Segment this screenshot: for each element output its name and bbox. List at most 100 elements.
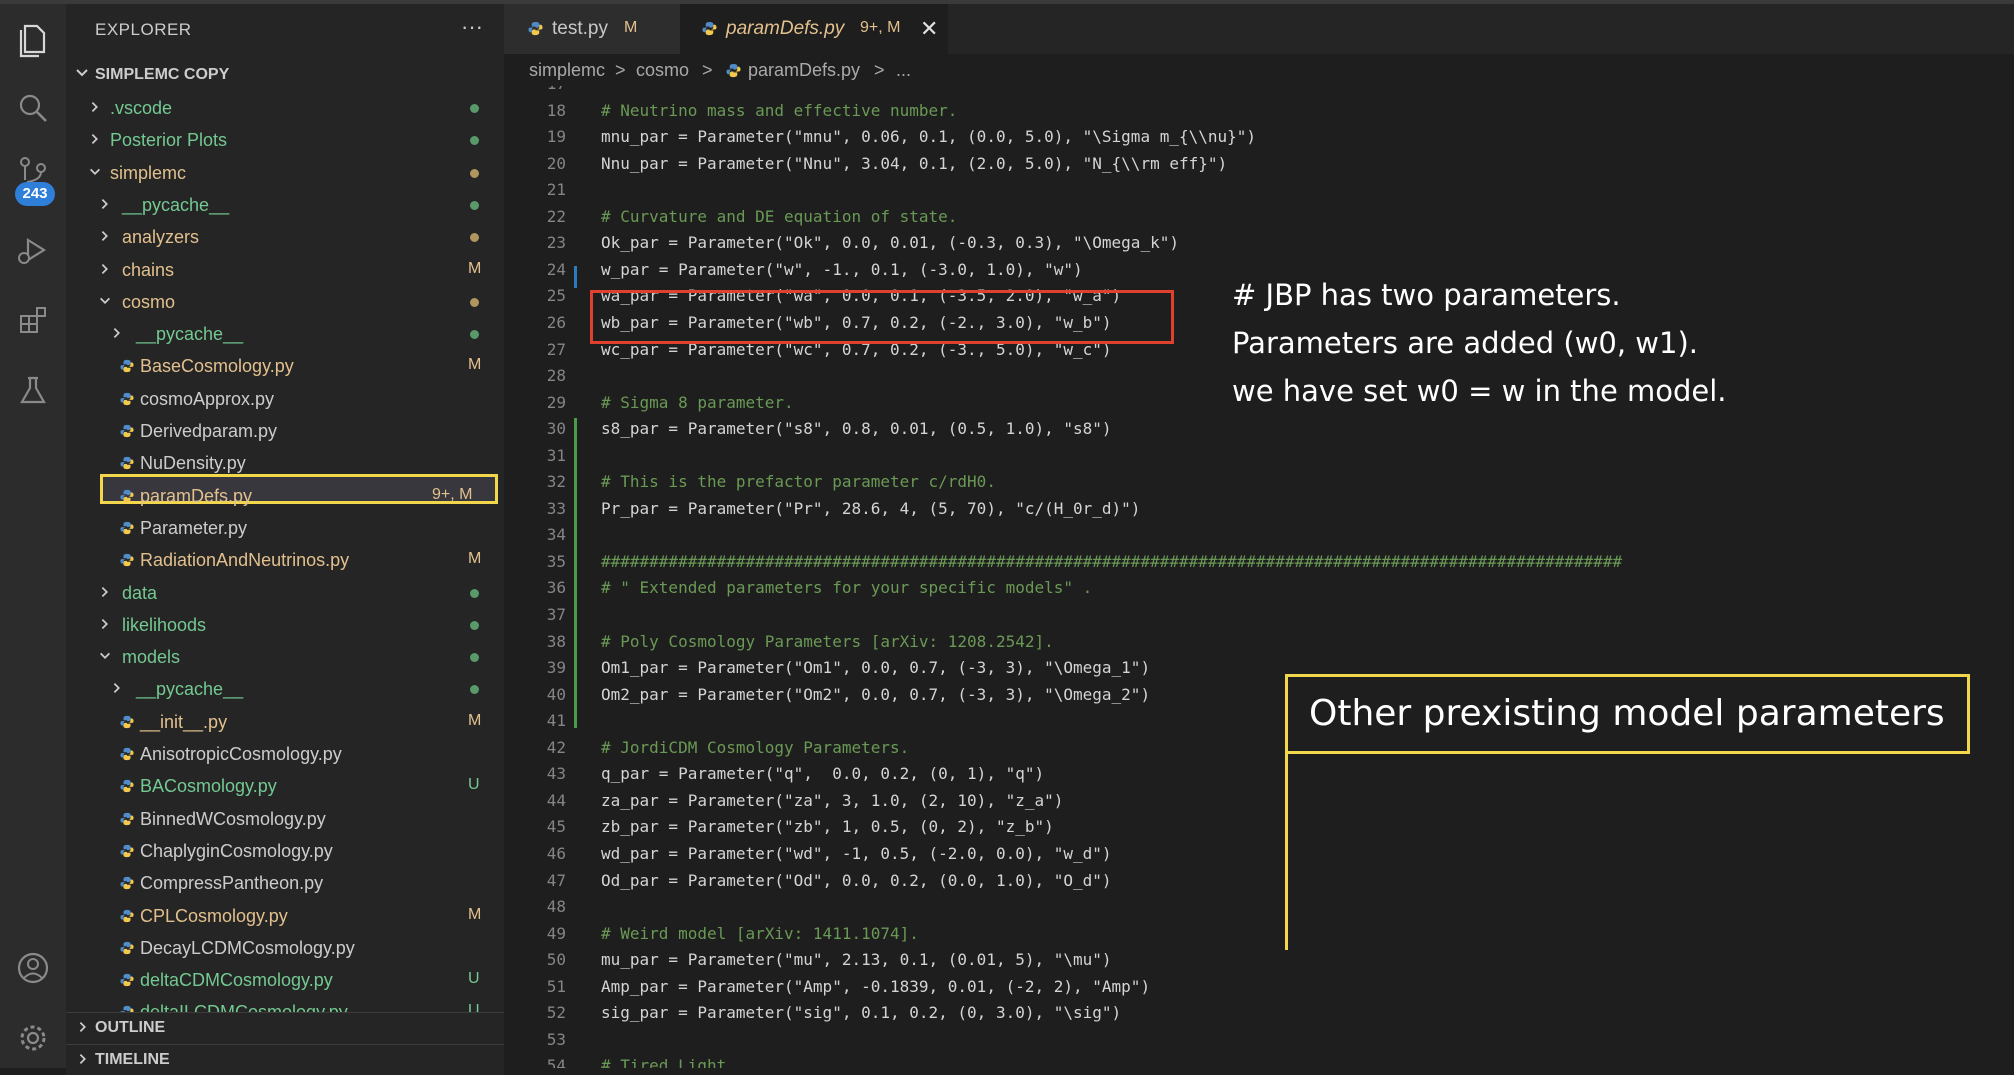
code-line[interactable]: Ok_par = Parameter("Ok", 0.0, 0.01, (-0.… <box>601 233 1179 252</box>
line-number: 44 <box>546 790 566 810</box>
folder-item[interactable]: cosmo <box>66 286 504 318</box>
line-number: 20 <box>546 153 566 173</box>
code-line[interactable]: s8_par = Parameter("s8", 0.8, 0.01, (0.5… <box>601 419 1112 438</box>
folder-item[interactable]: models <box>66 641 504 673</box>
file-item[interactable]: AnisotropicCosmology.py <box>66 738 504 770</box>
status-dot <box>470 168 479 178</box>
code-line[interactable]: Om1_par = Parameter("Om1", 0.0, 0.7, (-3… <box>601 658 1150 677</box>
code-line[interactable]: sig_par = Parameter("sig", 0.1, 0.2, (0,… <box>601 1003 1121 1022</box>
code-line[interactable]: # Poly Cosmology Parameters [arXiv: 1208… <box>601 632 1054 651</box>
folder-item[interactable]: likelihoods <box>66 609 504 641</box>
folder-item[interactable]: simplemc <box>66 157 504 189</box>
chevron-right-icon <box>101 618 108 629</box>
tree-item-label: BinnedWCosmology.py <box>140 808 326 829</box>
code-line[interactable]: # This is the prefactor parameter c/rdH0… <box>601 472 996 491</box>
status-dot <box>470 620 479 630</box>
file-item[interactable]: __init__.py M <box>66 706 504 738</box>
folder-item[interactable]: __pycache__ <box>66 189 504 221</box>
python-file-icon <box>120 489 134 502</box>
code-line[interactable]: Od_par = Parameter("Od", 0.0, 0.2, (0.0,… <box>601 871 1112 890</box>
added-lines-marker <box>574 418 577 728</box>
file-item[interactable]: cosmoApprox.py <box>66 383 504 415</box>
line-number: 33 <box>546 498 566 518</box>
folder-item[interactable]: Posterior Plots <box>66 124 504 156</box>
file-item[interactable]: RadiationAndNeutrinos.py M <box>66 544 504 576</box>
file-item[interactable]: paramDefs.py 9+, M <box>66 480 504 512</box>
chevron-right-icon <box>79 1054 86 1064</box>
folder-item[interactable]: __pycache__ <box>66 673 504 705</box>
code-line[interactable]: # Sigma 8 parameter. <box>601 393 794 412</box>
file-item[interactable]: Parameter.py <box>66 512 504 544</box>
extensions-icon[interactable] <box>13 300 53 340</box>
run-debug-icon[interactable] <box>13 230 53 270</box>
file-item[interactable]: BinnedWCosmology.py <box>66 803 504 835</box>
file-item[interactable]: CompressPantheon.py <box>66 867 504 899</box>
tree-item-label: RadiationAndNeutrinos.py <box>140 550 350 571</box>
file-item[interactable]: BaseCosmology.py M <box>66 350 504 382</box>
breadcrumb-item[interactable]: cosmo <box>636 60 689 81</box>
file-item[interactable]: CPLCosmology.py M <box>66 900 504 932</box>
other-parameters-callout: Other prexisting model parameters <box>1285 674 1970 754</box>
gear-icon[interactable] <box>13 1018 53 1058</box>
breadcrumb-item[interactable]: simplemc <box>529 60 605 81</box>
code-line[interactable]: w_par = Parameter("w", -1., 0.1, (-3.0, … <box>601 260 1083 279</box>
code-line[interactable]: mnu_par = Parameter("mnu", 0.06, 0.1, (0… <box>601 127 1256 146</box>
breadcrumb-item[interactable]: ... <box>896 60 911 81</box>
code-line[interactable]: Amp_par = Parameter("Amp", -0.1839, 0.01… <box>601 977 1150 996</box>
file-item[interactable]: BACosmology.py U <box>66 770 504 802</box>
more-actions-icon[interactable]: ··· <box>461 14 483 40</box>
code-editor[interactable]: 17 18 # Neutrino mass and effective number… <box>504 86 2014 1068</box>
folder-item[interactable]: chains M <box>66 254 504 286</box>
breadcrumb-separator: > <box>874 60 885 80</box>
code-line[interactable]: # Tired Light <box>601 1056 726 1068</box>
code-line[interactable]: zb_par = Parameter("zb", 1, 0.5, (0, 2),… <box>601 817 1054 836</box>
file-item[interactable]: DecayLCDMCosmology.py <box>66 932 504 964</box>
code-line[interactable]: # Weird model [arXiv: 1411.1074]. <box>601 924 919 943</box>
line-number: 24 <box>546 259 566 279</box>
file-item[interactable]: deltaCDMCosmology.py U <box>66 964 504 996</box>
file-item[interactable]: Derivedparam.py <box>66 415 504 447</box>
code-line[interactable]: # " Extended parameters for your specifi… <box>601 578 1092 597</box>
folder-item[interactable]: .vscode <box>66 92 504 124</box>
outline-section-header[interactable]: OUTLINE <box>66 1012 504 1043</box>
status-dot <box>470 685 479 695</box>
folder-item[interactable]: __pycache__ <box>66 318 504 350</box>
line-number: 37 <box>546 605 566 624</box>
code-line[interactable]: # Neutrino mass and effective number. <box>601 101 957 120</box>
code-line[interactable]: q_par = Parameter("q", 0.0, 0.2, (0, 1),… <box>601 764 1044 783</box>
modified-line-marker <box>574 266 577 288</box>
status-dot <box>470 200 479 210</box>
code-line[interactable]: ########################################… <box>601 552 1622 571</box>
code-line[interactable]: Nnu_par = Parameter("Nnu", 3.04, 0.1, (2… <box>601 154 1227 173</box>
file-item[interactable]: ChaplyginCosmology.py <box>66 835 504 867</box>
search-icon[interactable] <box>13 88 53 128</box>
python-file-icon <box>120 941 134 954</box>
account-icon[interactable] <box>13 948 53 988</box>
code-line[interactable]: # JordiCDM Cosmology Parameters. <box>601 738 909 757</box>
code-line[interactable]: Om2_par = Parameter("Om2", 0.0, 0.7, (-3… <box>601 685 1150 704</box>
chevron-right-icon <box>101 586 108 597</box>
testing-icon[interactable] <box>13 370 53 410</box>
folder-item[interactable]: data <box>66 577 504 609</box>
explorer-title: EXPLORER <box>95 20 192 39</box>
explorer-sidebar: EXPLORER ··· SIMPLEMC COPY .vscode Poster… <box>66 4 504 1068</box>
tree-item-label: models <box>122 647 181 668</box>
tab-test-py[interactable]: test.py M <box>504 4 680 54</box>
timeline-section-header[interactable]: TIMELINE <box>66 1044 504 1075</box>
code-line[interactable]: mu_par = Parameter("mu", 2.13, 0.1, (0.0… <box>601 950 1112 969</box>
code-line[interactable]: Pr_par = Parameter("Pr", 28.6, 4, (5, 70… <box>601 499 1140 518</box>
folder-item[interactable]: analyzers <box>66 221 504 253</box>
breadcrumb-item[interactable]: paramDefs.py <box>748 60 860 81</box>
files-icon[interactable] <box>13 18 53 58</box>
code-line[interactable]: # Curvature and DE equation of state. <box>601 207 957 226</box>
code-line[interactable]: wd_par = Parameter("wd", -1, 0.5, (-2.0,… <box>601 844 1112 863</box>
close-icon[interactable]: ✕ <box>920 16 938 42</box>
activity-bar: 243 <box>0 4 66 1068</box>
status-dot <box>470 653 479 663</box>
python-file-icon <box>528 21 543 36</box>
code-line[interactable]: za_par = Parameter("za", 3, 1.0, (2, 10)… <box>601 791 1063 810</box>
project-section-header[interactable]: SIMPLEMC COPY <box>66 60 504 90</box>
tab-paramdefs-py[interactable]: paramDefs.py 9+, M ✕ <box>680 4 948 54</box>
line-number: 48 <box>546 897 566 917</box>
line-number: 43 <box>546 764 566 784</box>
